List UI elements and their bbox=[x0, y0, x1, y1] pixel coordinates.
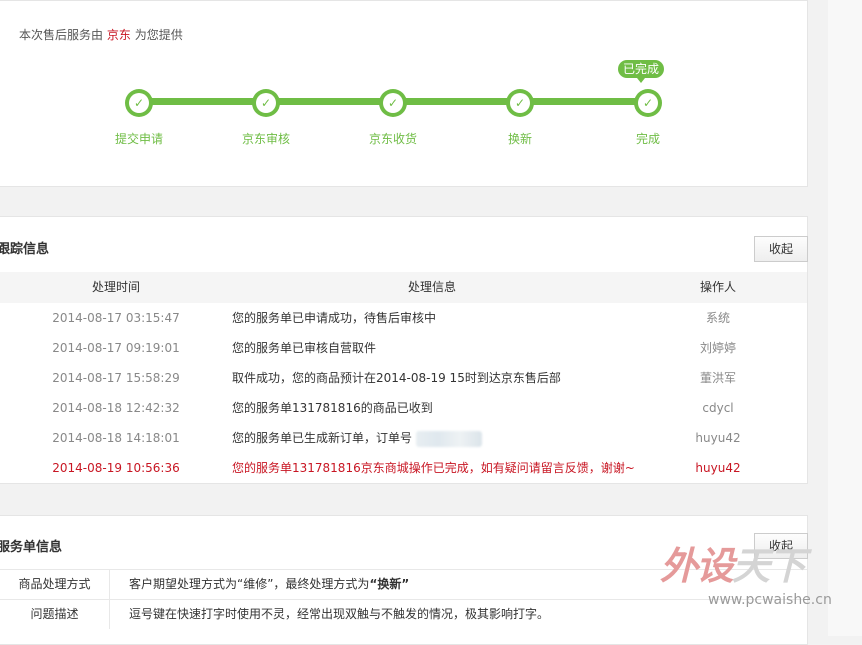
tracking-table: 处理时间 处理信息 操作人 2014-08-17 03:15:47 您的服务单已… bbox=[0, 272, 807, 483]
row-time: 2014-08-19 10:56:36 bbox=[52, 461, 180, 475]
provider-line: 本次售后服务由 京东 为您提供 bbox=[19, 26, 183, 43]
row-info: 您的服务单已申请成功，待售后审核中 bbox=[232, 311, 437, 325]
row-info-text: 您的服务单已生成新订单，订单号 bbox=[232, 431, 413, 445]
step-label-submit: 提交申请 bbox=[114, 132, 163, 146]
step-node-complete: ✓ bbox=[634, 89, 662, 117]
step-node-submit: ✓ bbox=[125, 89, 153, 117]
table-row: 2014-08-17 03:15:47 您的服务单已申请成功，待售后审核中 系统 bbox=[0, 303, 807, 333]
row-time: 2014-08-17 09:19:01 bbox=[52, 341, 180, 355]
row-operator: huyu42 bbox=[695, 431, 741, 445]
row-info: 您的服务单已审核自营取件 bbox=[232, 341, 377, 355]
value-text: 逗号键在快速打字时使用不灵，经常出现双触与不触发的情况，极其影响打字。 bbox=[129, 607, 550, 621]
step-node-exchange: ✓ bbox=[506, 89, 534, 117]
service-row-key: 问题描述 bbox=[0, 600, 110, 629]
row-time: 2014-08-18 12:42:32 bbox=[52, 401, 180, 415]
side-gutter bbox=[828, 0, 862, 636]
table-row: 2014-08-17 15:58:29 取件成功，您的商品预计在2014-08-… bbox=[0, 363, 807, 393]
row-time: 2014-08-17 03:15:47 bbox=[52, 311, 180, 325]
redacted-order-number bbox=[416, 430, 483, 447]
check-icon: ✓ bbox=[387, 96, 399, 110]
tracking-collapse-button[interactable]: 收起 bbox=[754, 236, 808, 262]
header-info: 处理信息 bbox=[407, 280, 456, 294]
step-label-review: 京东审核 bbox=[241, 132, 290, 146]
check-icon: ✓ bbox=[260, 96, 272, 110]
value-text: 客户期望处理方式为“维修”，最终处理方式为 bbox=[129, 577, 370, 591]
service-row-value: 客户期望处理方式为“维修”，最终处理方式为“换新” bbox=[129, 570, 409, 599]
header-operator: 操作人 bbox=[699, 280, 736, 294]
check-icon: ✓ bbox=[642, 96, 654, 110]
progress-panel: 本次售后服务由 京东 为您提供 已完成 ✓ ✓ ✓ ✓ ✓ 提交申请 京东审核 … bbox=[0, 0, 808, 187]
check-icon: ✓ bbox=[514, 96, 526, 110]
service-row: 问题描述 逗号键在快速打字时使用不灵，经常出现双触与不触发的情况，极其影响打字。 bbox=[0, 599, 807, 629]
step-label-receive: 京东收货 bbox=[368, 132, 417, 146]
provider-suffix: 为您提供 bbox=[134, 28, 183, 42]
step-label-exchange: 换新 bbox=[507, 132, 532, 146]
row-operator: huyu42 bbox=[695, 461, 741, 475]
table-row: 2014-08-18 12:42:32 您的服务单131781816的商品已收到… bbox=[0, 393, 807, 423]
row-operator: cdycl bbox=[702, 401, 734, 415]
service-row-value: 逗号键在快速打字时使用不灵，经常出现双触与不触发的情况，极其影响打字。 bbox=[129, 600, 549, 629]
service-collapse-button[interactable]: 收起 bbox=[754, 533, 808, 559]
row-info: 您的服务单已生成新订单，订单号 bbox=[232, 423, 682, 454]
row-info: 您的服务单131781816的商品已收到 bbox=[232, 401, 433, 415]
tracking-title: 跟踪信息 bbox=[0, 242, 50, 257]
row-time: 2014-08-17 15:58:29 bbox=[52, 371, 180, 385]
row-operator: 系统 bbox=[705, 311, 730, 325]
completed-badge: 已完成 bbox=[618, 60, 664, 83]
step-node-review: ✓ bbox=[252, 89, 280, 117]
row-operator: 刘婷婷 bbox=[699, 341, 736, 355]
provider-name-link[interactable]: 京东 bbox=[107, 28, 131, 42]
step-label-complete: 完成 bbox=[635, 132, 660, 146]
table-row: 2014-08-19 10:56:36 您的服务单131781816京东商城操作… bbox=[0, 453, 807, 483]
row-info: 取件成功，您的商品预计在2014-08-19 15时到达京东售后部 bbox=[232, 371, 561, 385]
row-operator: 董洪军 bbox=[699, 371, 736, 385]
tracking-table-header: 处理时间 处理信息 操作人 bbox=[0, 272, 807, 303]
table-row: 2014-08-17 09:19:01 您的服务单已审核自营取件 刘婷婷 bbox=[0, 333, 807, 363]
service-panel: 服务单信息 收起 商品处理方式 客户期望处理方式为“维修”，最终处理方式为“换新… bbox=[0, 515, 808, 645]
value-bold: “换新” bbox=[369, 577, 410, 591]
service-row: 商品处理方式 客户期望处理方式为“维修”，最终处理方式为“换新” bbox=[0, 569, 807, 599]
provider-prefix: 本次售后服务由 bbox=[19, 28, 104, 42]
service-row-key: 商品处理方式 bbox=[0, 570, 110, 599]
tracking-panel: 跟踪信息 收起 处理时间 处理信息 操作人 2014-08-17 03:15:4… bbox=[0, 216, 808, 484]
table-row: 2014-08-18 14:18:01 您的服务单已生成新订单，订单号 huyu… bbox=[0, 423, 807, 453]
step-node-receive: ✓ bbox=[379, 89, 407, 117]
check-icon: ✓ bbox=[133, 96, 145, 110]
service-title: 服务单信息 bbox=[0, 540, 63, 555]
header-time: 处理时间 bbox=[91, 280, 140, 294]
row-info: 您的服务单131781816京东商城操作已完成，如有疑问请留言反馈，谢谢~ bbox=[232, 461, 635, 475]
row-time: 2014-08-18 14:18:01 bbox=[52, 431, 180, 445]
